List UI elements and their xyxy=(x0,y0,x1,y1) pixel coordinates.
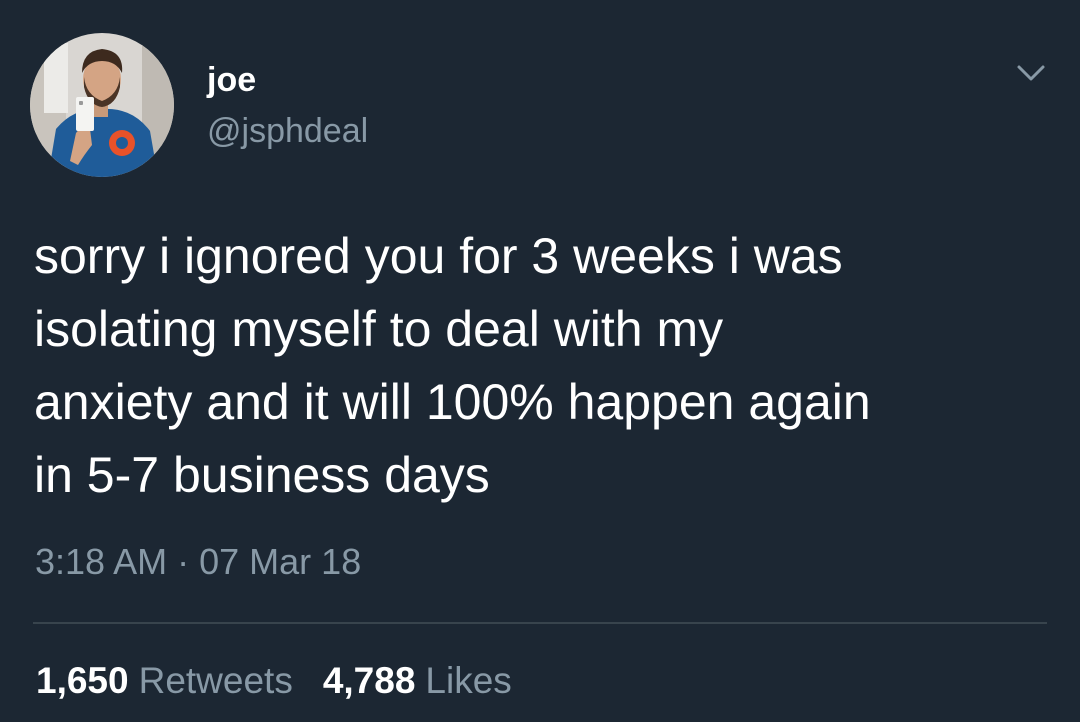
meta-separator: · xyxy=(177,541,190,582)
tweet-text: sorry i ignored you for 3 weeks i was is… xyxy=(34,228,871,503)
retweets-count: 1,650 xyxy=(36,660,129,701)
avatar[interactable] xyxy=(30,33,174,177)
retweets-label: Retweets xyxy=(138,660,293,701)
divider xyxy=(33,622,1047,624)
profile-photo xyxy=(30,33,174,177)
tweet-date: 07 Mar 18 xyxy=(199,541,362,582)
tweet-timestamp[interactable]: 3:18 AM · 07 Mar 18 xyxy=(35,538,361,586)
chevron-down-icon[interactable] xyxy=(1011,58,1051,90)
tweet-card: joe @jsphdeal sorry i ignored you for 3 … xyxy=(0,0,1080,722)
tweet-stats: 1,650 Retweets 4,788 Likes xyxy=(36,656,512,706)
likes-count: 4,788 xyxy=(322,660,416,701)
author-handle[interactable]: @jsphdeal xyxy=(207,111,368,151)
retweets-stat[interactable]: 1,650 Retweets xyxy=(36,656,293,706)
likes-label: Likes xyxy=(425,660,512,701)
likes-stat[interactable]: 4,788 Likes xyxy=(323,656,512,706)
tweet-time: 3:18 AM xyxy=(35,541,168,582)
author-display-name[interactable]: joe xyxy=(207,60,256,100)
